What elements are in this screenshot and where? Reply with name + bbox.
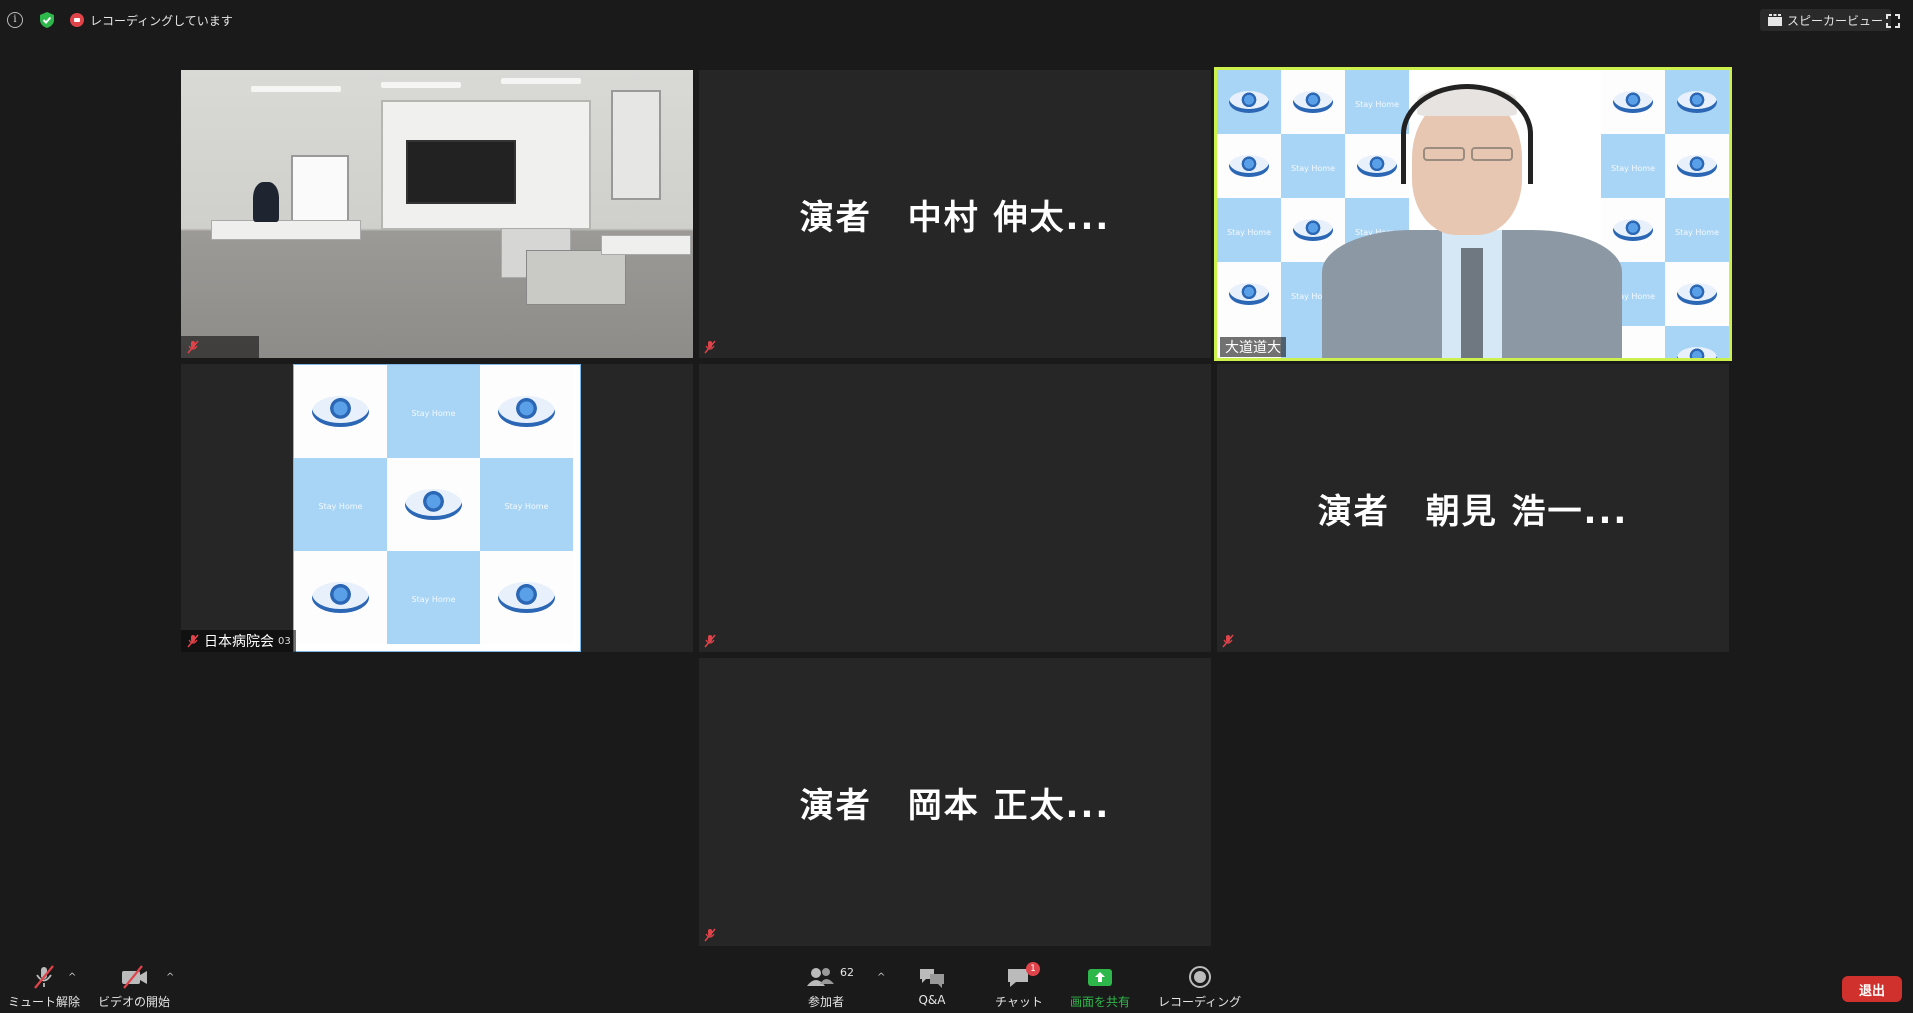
participant-name-suffix: 03 [278,635,291,647]
audio-options-chevron-icon[interactable]: ^ [68,972,76,983]
video-tile-asami[interactable]: 演者 朝見 浩一... [1217,364,1729,652]
participant-display-name: 演者 中村 伸太... [799,198,1111,238]
active-speaker-highlight [1214,67,1732,361]
video-tile-hospital-association[interactable]: Stay Home Stay Home Stay Home Stay Home … [181,364,693,652]
start-video-button[interactable]: ビデオの開始 [98,964,170,1010]
unmute-button[interactable]: ミュート解除 [8,964,80,1010]
recording-indicator[interactable]: レコーディングしています [70,11,233,29]
record-label: レコーディング [1158,995,1242,1009]
meeting-top-bar: i レコーディングしています スピーカービュー [0,0,1913,40]
qa-bubbles-icon [920,969,944,988]
qa-button[interactable]: Q&A [917,964,947,1007]
recording-status-text: レコーディングしています [90,13,233,28]
chat-unread-badge: 1 [1025,962,1040,976]
muted-mic-icon [34,965,54,989]
room-camera-video [181,70,693,358]
tile-nameplate: 大道道大 [1220,337,1286,357]
muted-mic-icon [704,634,716,648]
muted-mic-icon [187,634,199,648]
encryption-shield-icon[interactable] [38,11,56,29]
participants-button[interactable]: 62 参加者 [806,964,854,1010]
video-off-icon [122,965,147,989]
video-options-chevron-icon[interactable]: ^ [166,972,174,983]
hospital-association-backdrop: Stay Home Stay Home Stay Home Stay Home [293,364,581,652]
participants-label: 参加者 [807,995,844,1009]
speaker-view-icon [1768,14,1782,26]
participant-name: 大道道大 [1225,340,1281,356]
tile-nameplate [181,336,259,358]
share-screen-button[interactable]: 画面を共有 [1070,964,1130,1010]
muted-mic-icon [1222,634,1234,648]
muted-mic-icon [187,340,199,354]
record-icon [1188,966,1211,988]
tile-nameplate: 日本病院会 03 [181,630,296,652]
participants-options-chevron-icon[interactable]: ^ [877,972,885,983]
participants-icon [807,968,834,986]
fullscreen-icon[interactable] [1886,14,1900,28]
muted-mic-icon [704,340,716,354]
record-button[interactable]: レコーディング [1158,964,1241,1010]
meeting-controls-toolbar: ミュート解除 ^ ビデオの開始 ^ 62 参加者 ^ Q&A 1 チャット 画面… [0,960,1913,1013]
chat-button[interactable]: 1 チャット [995,962,1043,1010]
info-icon[interactable]: i [7,12,23,28]
leave-button[interactable]: 退出 [1842,976,1902,1002]
participant-name: 日本病院会 [204,634,274,650]
video-tile-nakamura[interactable]: 演者 中村 伸太... [699,70,1211,358]
participant-display-name: 演者 朝見 浩一... [1317,492,1629,532]
start-video-label: ビデオの開始 [98,995,171,1009]
participant-display-name: 演者 岡本 正太... [799,786,1111,826]
muted-mic-icon [704,928,716,942]
recording-icon [70,13,84,27]
share-screen-label: 画面を共有 [1070,995,1131,1009]
view-switch-button[interactable]: スピーカービュー [1760,9,1892,31]
video-tile-active-speaker[interactable]: Stay Home Stay Home Stay Home Stay Home … [1214,67,1732,361]
video-tile-room-camera[interactable] [181,70,693,358]
share-screen-icon [1088,969,1112,986]
video-tile-empty[interactable] [699,364,1211,652]
leave-label: 退出 [1858,983,1885,999]
view-label: スピーカービュー [1787,13,1884,28]
unmute-label: ミュート解除 [8,995,81,1009]
participants-count: 62 [840,966,854,979]
chat-label: チャット [995,995,1043,1009]
qa-label: Q&A [918,993,946,1007]
video-tile-okamoto[interactable]: 演者 岡本 正太... [699,658,1211,946]
